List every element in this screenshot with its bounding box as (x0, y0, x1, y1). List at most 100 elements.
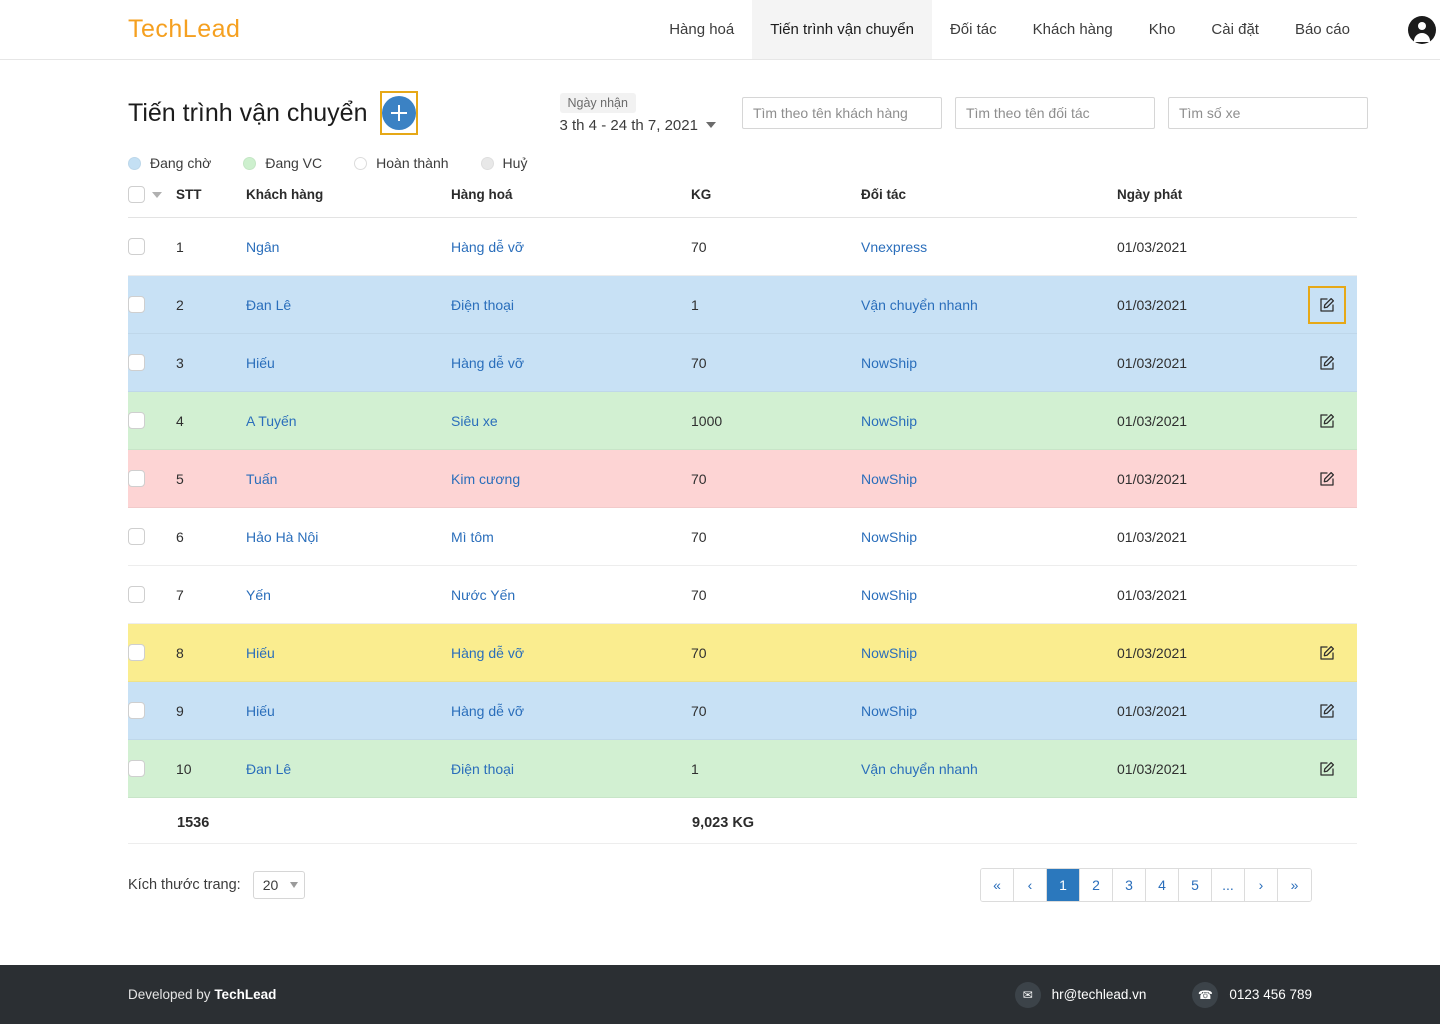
pagination-button-3[interactable]: 3 (1113, 869, 1146, 901)
row-date-text: 01/03/2021 (1117, 412, 1188, 429)
row-checkbox[interactable] (128, 586, 145, 604)
row-customer-text[interactable]: Đan Lê (246, 297, 291, 313)
row-goods-text[interactable]: Điện thoại (451, 761, 514, 777)
row-partner-text[interactable]: Vận chuyển nhanh (861, 761, 978, 777)
pagination-button-ellipsisellipsisellipsis[interactable]: ... (1212, 869, 1245, 901)
table-header-stt[interactable]: STT (176, 174, 246, 218)
row-goods-text[interactable]: Siêu xe (451, 413, 498, 429)
row-checkbox[interactable] (128, 354, 145, 372)
nav-item-0[interactable]: Hàng hoá (651, 0, 752, 59)
row-kg: 70 (691, 450, 861, 508)
edit-row-button[interactable] (1308, 285, 1346, 324)
page-size-select[interactable]: 20 (252, 871, 305, 899)
search-vehicle-input[interactable] (1167, 97, 1368, 129)
edit-row-button[interactable] (1316, 758, 1338, 780)
table-row[interactable]: 9 Hiếu Hàng dễ vỡ 70 NowShip 01/03/2021 (128, 681, 1357, 740)
pagination-button-1[interactable]: 1 (1047, 869, 1080, 901)
row-goods-text[interactable]: Hàng dễ vỡ (451, 239, 524, 255)
legend-item-0[interactable]: Đang chờ (128, 155, 211, 171)
date-range-filter[interactable]: Ngày nhận 3 th 4 - 24 th 7, 2021 (559, 92, 716, 134)
row-customer-text[interactable]: Hiếu (246, 355, 275, 371)
row-goods-text[interactable]: Điện thoại (451, 297, 514, 313)
legend-item-1[interactable]: Đang VC (243, 155, 322, 171)
nav-item-4[interactable]: Kho (1131, 0, 1194, 59)
table-header-date[interactable]: Ngày phát (1117, 174, 1297, 218)
row-checkbox[interactable] (128, 702, 145, 720)
table-header-goods[interactable]: Hàng hoá (451, 174, 691, 218)
row-checkbox[interactable] (128, 470, 145, 488)
pagination-button-›[interactable]: › (1245, 869, 1278, 901)
nav-item-5[interactable]: Cài đặt (1193, 0, 1277, 59)
edit-row-button[interactable] (1316, 700, 1338, 722)
edit-row-button[interactable] (1316, 642, 1338, 664)
table-row[interactable]: 8 Hiếu Hàng dễ vỡ 70 NowShip 01/03/2021 (128, 623, 1357, 682)
table-row[interactable]: 7 Yến Nước Yến 70 NowShip 01/03/2021 (128, 565, 1357, 624)
row-partner-text[interactable]: Vnexpress (861, 239, 927, 255)
row-checkbox[interactable] (128, 760, 145, 778)
row-customer-text[interactable]: Đan Lê (246, 761, 291, 777)
row-partner-text[interactable]: NowShip (861, 587, 917, 603)
row-customer-text[interactable]: A Tuyến (246, 413, 297, 429)
row-partner-text[interactable]: Vận chuyển nhanh (861, 297, 978, 313)
row-customer-text[interactable]: Hảo Hà Nội (246, 529, 318, 545)
row-checkbox[interactable] (128, 644, 145, 662)
row-partner-text[interactable]: NowShip (861, 703, 917, 719)
table-row[interactable]: 2 Đan Lê Điện thoại 1 Vận chuyển nhanh 01/03/… (128, 275, 1357, 334)
add-shipment-button[interactable] (379, 91, 418, 135)
row-checkbox[interactable] (128, 412, 145, 430)
table-row[interactable]: 5 Tuấn Kim cương 70 NowShip 01/03/2021 (128, 449, 1357, 508)
search-partner-input[interactable] (954, 97, 1155, 129)
pagination-button-»[interactable]: » (1278, 869, 1311, 901)
edit-row-button[interactable] (1316, 468, 1338, 490)
table-row[interactable]: 3 Hiếu Hàng dễ vỡ 70 NowShip 01/03/2021 (128, 333, 1357, 392)
pagination-button-5[interactable]: 5 (1179, 869, 1212, 901)
table-header-kg[interactable]: KG (691, 174, 861, 218)
row-partner-text[interactable]: NowShip (861, 355, 917, 371)
row-partner-text[interactable]: NowShip (861, 529, 917, 545)
pagination-button-‹[interactable]: ‹ (1014, 869, 1047, 901)
nav-item-2[interactable]: Đối tác (932, 0, 1015, 59)
table-row[interactable]: 4 A Tuyến Siêu xe 1000 NowShip 01/03/2021 (128, 391, 1357, 450)
search-customer-input[interactable] (741, 97, 942, 129)
row-checkbox[interactable] (128, 528, 145, 546)
row-goods-text[interactable]: Kim cương (451, 471, 520, 487)
row-goods-text[interactable]: Hàng dễ vỡ (451, 703, 524, 719)
row-customer-text[interactable]: Hiếu (246, 645, 275, 661)
row-partner-text[interactable]: NowShip (861, 471, 917, 487)
row-goods-text[interactable]: Nước Yến (451, 587, 515, 603)
row-customer-text[interactable]: Hiếu (246, 703, 275, 719)
row-date-text: 01/03/2021 (1117, 296, 1188, 313)
nav-item-6[interactable]: Báo cáo (1277, 0, 1368, 59)
table-row[interactable]: 6 Hảo Hà Nội Mì tôm 70 NowShip 01/03/2021 (128, 507, 1357, 566)
table-header-customer[interactable]: Khách hàng (246, 174, 451, 218)
row-partner: NowShip (861, 450, 1117, 508)
table-header-partner[interactable]: Đối tác (861, 174, 1117, 218)
legend-item-3[interactable]: Huỷ (480, 155, 527, 171)
row-goods-text[interactable]: Mì tôm (451, 529, 494, 545)
nav-item-3[interactable]: Khách hàng (1015, 0, 1131, 59)
select-all-checkbox[interactable] (128, 186, 145, 203)
row-partner-text[interactable]: NowShip (861, 413, 917, 429)
chevron-down-icon[interactable] (152, 191, 162, 198)
row-customer-text[interactable]: Yến (246, 587, 271, 603)
row-goods-text[interactable]: Hàng dễ vỡ (451, 355, 524, 371)
pagination-button-«[interactable]: « (981, 869, 1014, 901)
edit-row-button[interactable] (1316, 410, 1338, 432)
row-customer-text[interactable]: Tuấn (246, 471, 277, 487)
footer-phone[interactable]: ☎ 0123 456 789 (1192, 981, 1312, 1008)
edit-row-button[interactable] (1316, 352, 1338, 374)
row-checkbox[interactable] (128, 238, 145, 256)
table-row[interactable]: 1 Ngân Hàng dễ vỡ 70 Vnexpress 01/03/2021 (128, 217, 1357, 276)
pagination-button-2[interactable]: 2 (1080, 869, 1113, 901)
row-customer-text[interactable]: Ngân (246, 239, 279, 255)
legend-item-2[interactable]: Hoàn thành (354, 155, 449, 171)
row-checkbox[interactable] (128, 296, 145, 314)
row-partner-text[interactable]: NowShip (861, 645, 917, 661)
table-row[interactable]: 10 Đan Lê Điện thoại 1 Vận chuyển nhanh 01/03… (128, 739, 1357, 798)
user-avatar-icon[interactable] (1408, 15, 1436, 44)
footer-email[interactable]: ✉ hr@techlead.vn (1014, 981, 1146, 1008)
row-goods-text[interactable]: Hàng dễ vỡ (451, 645, 524, 661)
nav-item-1[interactable]: Tiến trình vận chuyển (752, 0, 932, 59)
pagination-button-4[interactable]: 4 (1146, 869, 1179, 901)
brand-logo[interactable]: TechLead (0, 0, 240, 59)
